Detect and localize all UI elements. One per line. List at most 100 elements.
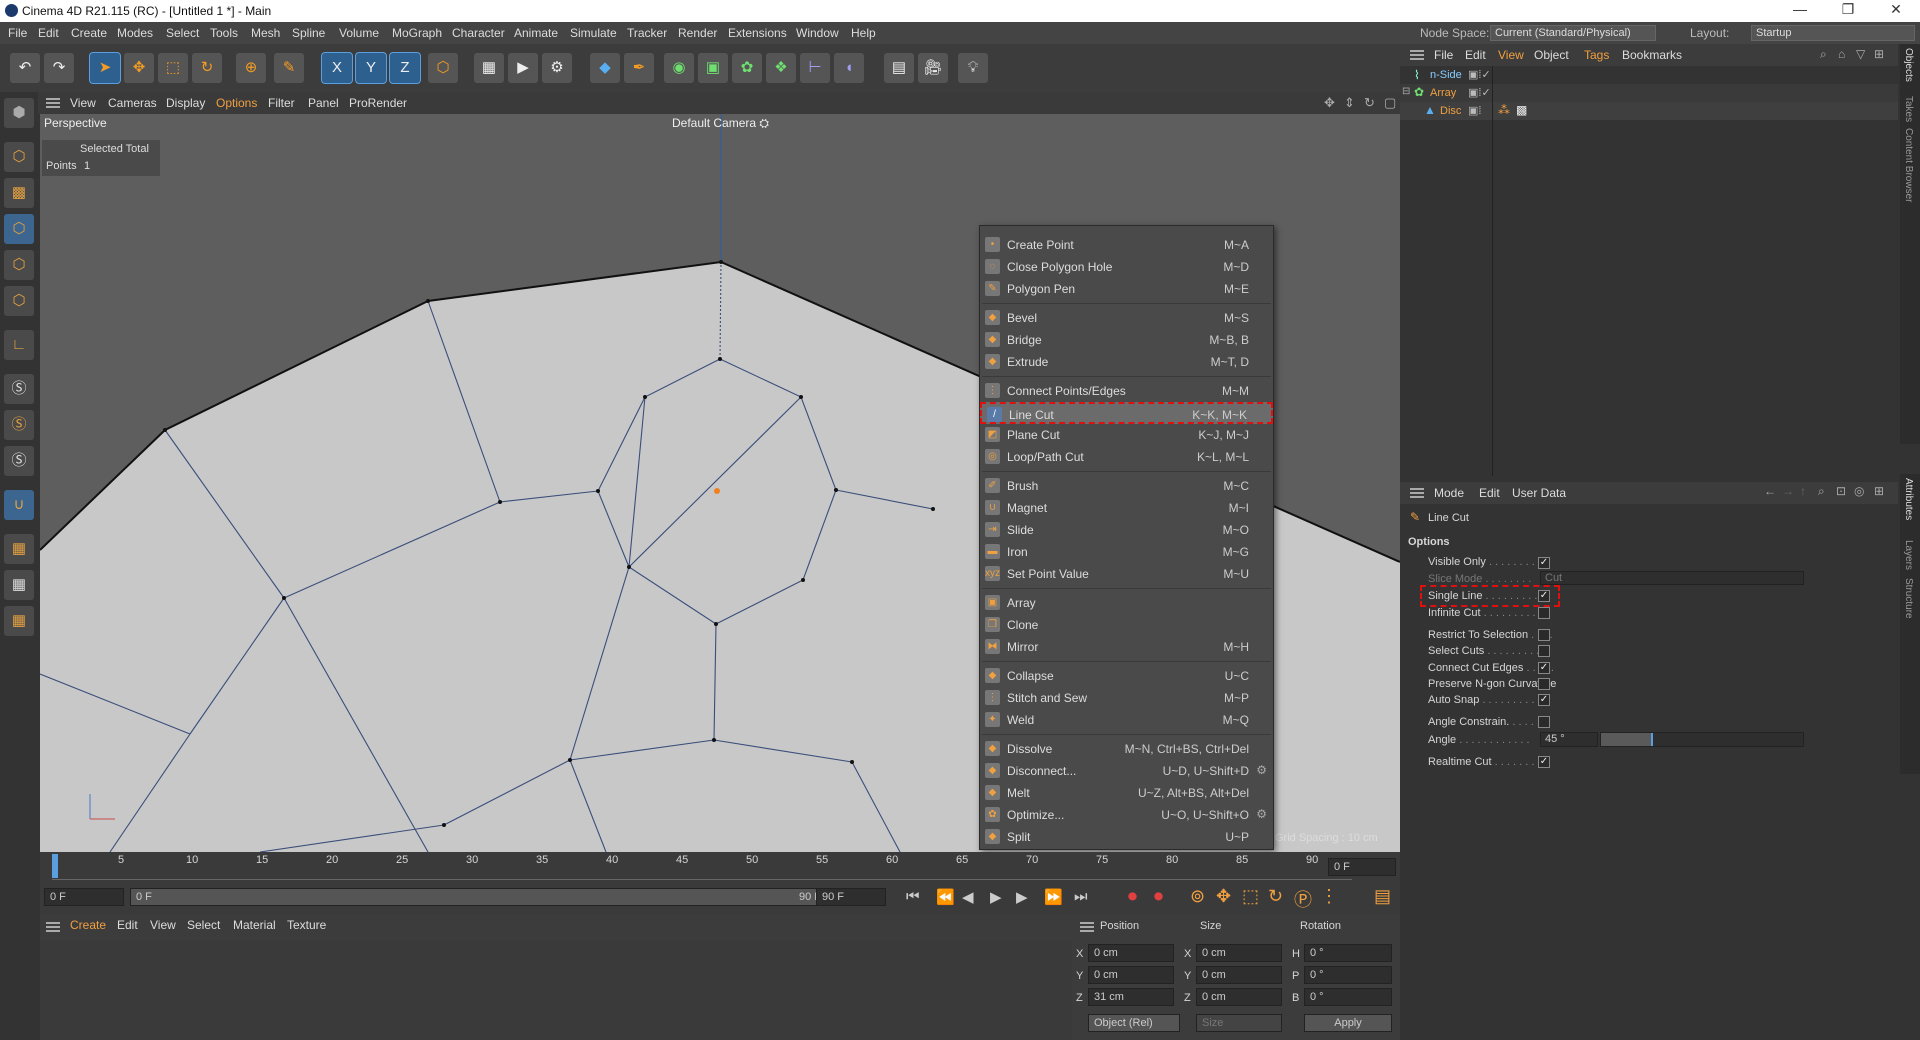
object-row-n-side[interactable]: ⌇ n-Side ▣⁞✓ bbox=[1400, 66, 1898, 84]
menu-item-collapse[interactable]: ◆ Collapse U~C bbox=[980, 665, 1273, 687]
viewport-menu-cameras[interactable]: Cameras bbox=[108, 96, 157, 110]
menu-select[interactable]: Select bbox=[166, 26, 199, 40]
menu-item-iron[interactable]: ▬ Iron M~G bbox=[980, 541, 1273, 563]
up-arrow-icon[interactable]: ↑ bbox=[1800, 484, 1806, 498]
coord-mode-select[interactable]: Object (Rel) bbox=[1088, 1014, 1180, 1032]
size-z-field[interactable]: 0 cm bbox=[1196, 988, 1282, 1006]
preserve-ngon-curvature-checkbox[interactable] bbox=[1538, 678, 1550, 690]
phong-tag-icon[interactable]: ⁂ bbox=[1498, 103, 1510, 117]
menu-spline[interactable]: Spline bbox=[292, 26, 325, 40]
rotation-h-field[interactable]: 0 ° bbox=[1304, 944, 1392, 962]
solo-icon[interactable]: Ⓢ bbox=[4, 374, 34, 404]
autokey-icon[interactable]: ⏺ bbox=[1154, 886, 1163, 907]
menu-item-brush[interactable]: ✐ Brush M~C bbox=[980, 475, 1273, 497]
playhead[interactable] bbox=[52, 854, 58, 878]
disconnect-options-gear-icon[interactable]: ⚙ bbox=[1256, 763, 1267, 777]
render-region-icon[interactable]: ▦ bbox=[474, 53, 504, 83]
redo-icon[interactable]: ↷ bbox=[44, 53, 74, 83]
render-view-icon[interactable]: ▶ bbox=[508, 53, 538, 83]
play-icon[interactable]: ▶ bbox=[990, 888, 1002, 906]
menu-tools[interactable]: Tools bbox=[210, 26, 238, 40]
size-y-field[interactable]: 0 cm bbox=[1196, 966, 1282, 984]
tab-takes[interactable]: Takes bbox=[1903, 96, 1914, 122]
position-x-field[interactable]: 0 cm bbox=[1088, 944, 1174, 962]
field-icon[interactable]: ◖ bbox=[834, 53, 864, 83]
workplane-icon[interactable]: ▦ bbox=[4, 534, 34, 564]
menu-item-polygon-pen[interactable]: ✎ Polygon Pen M~E bbox=[980, 278, 1273, 300]
size-mode-select[interactable]: Size bbox=[1196, 1014, 1282, 1032]
menu-edit[interactable]: Edit bbox=[38, 26, 59, 40]
solo-off-icon[interactable]: Ⓢ bbox=[4, 446, 34, 476]
menu-item-optimize[interactable]: ✿ Optimize... U~O, U~Shift+O ⚙ bbox=[980, 804, 1273, 826]
menu-item-dissolve[interactable]: ◆ Dissolve M~N, Ctrl+BS, Ctrl+Del bbox=[980, 738, 1273, 760]
rotate-tool-icon[interactable]: ↻ bbox=[192, 53, 222, 83]
viewport-menu-view[interactable]: View bbox=[70, 96, 96, 110]
menu-item-set-point-value[interactable]: xyz Set Point Value M~U bbox=[980, 563, 1273, 585]
deformer-icon[interactable]: ⊢ bbox=[800, 53, 830, 83]
menu-item-connect-points-edges[interactable]: ⋮ Connect Points/Edges M~M bbox=[980, 380, 1273, 402]
menu-character[interactable]: Character bbox=[452, 26, 505, 40]
points-mode-icon[interactable]: ⬡ bbox=[4, 214, 34, 244]
menu-item-stitch-and-sew[interactable]: ⋮ Stitch and Sew M~P bbox=[980, 687, 1273, 709]
menu-item-loop-path-cut[interactable]: ◎ Loop/Path Cut K~L, M~L bbox=[980, 446, 1273, 468]
target-icon[interactable]: ◎ bbox=[1854, 484, 1864, 498]
menu-item-close-polygon-hole[interactable]: ◌ Close Polygon Hole M~D bbox=[980, 256, 1273, 278]
menu-item-extrude[interactable]: ◆ Extrude M~T, D bbox=[980, 351, 1273, 373]
viewport-menu-display[interactable]: Display bbox=[166, 96, 205, 110]
scale-tool-icon[interactable]: ⬚ bbox=[158, 53, 188, 83]
position-y-field[interactable]: 0 cm bbox=[1088, 966, 1174, 984]
node-space-select[interactable]: Current (Standard/Physical) bbox=[1490, 25, 1656, 41]
x-axis-lock-button[interactable]: X bbox=[321, 52, 353, 84]
go-to-start-icon[interactable]: ⏮ bbox=[906, 888, 920, 905]
timeline-window-icon[interactable]: ▤ bbox=[1374, 886, 1391, 907]
position-z-field[interactable]: 31 cm bbox=[1088, 988, 1174, 1006]
expand-icon[interactable]: ⊟ bbox=[1402, 86, 1410, 97]
tab-structure[interactable]: Structure bbox=[1903, 578, 1914, 619]
slice-mode-select[interactable]: Cut bbox=[1540, 571, 1804, 585]
render-settings-icon[interactable]: ⚙ bbox=[542, 53, 572, 83]
visible-only-checkbox[interactable]: ✓ bbox=[1538, 557, 1550, 569]
objects-menu-bookmarks[interactable]: Bookmarks bbox=[1622, 48, 1682, 62]
material-menu-view[interactable]: View bbox=[150, 918, 176, 932]
menu-mograph[interactable]: MoGraph bbox=[392, 26, 442, 40]
menu-file[interactable]: File bbox=[8, 26, 27, 40]
fracture-icon[interactable]: ❖ bbox=[766, 53, 796, 83]
realtime-cut-checkbox[interactable]: ✓ bbox=[1538, 756, 1550, 768]
world-coordinates-icon[interactable]: ⬡ bbox=[428, 53, 458, 83]
menu-item-weld[interactable]: ✦ Weld M~Q bbox=[980, 709, 1273, 731]
objects-home-icon[interactable]: ⌂ bbox=[1838, 47, 1845, 61]
connect-cut-edges-checkbox[interactable]: ✓ bbox=[1538, 662, 1550, 674]
material-menu-edit[interactable]: Edit bbox=[117, 918, 138, 932]
attributes-menu-edit[interactable]: Edit bbox=[1479, 486, 1500, 500]
next-key-icon[interactable]: ⏩ bbox=[1044, 888, 1063, 906]
menu-simulate[interactable]: Simulate bbox=[570, 26, 617, 40]
material-menu-icon[interactable] bbox=[46, 922, 60, 932]
angle-field[interactable]: 45 ° bbox=[1540, 732, 1598, 747]
angle-slider[interactable] bbox=[1600, 732, 1804, 747]
objects-menu-file[interactable]: File bbox=[1434, 48, 1453, 62]
menu-window[interactable]: Window bbox=[796, 26, 839, 40]
menu-item-array[interactable]: ▣ Array bbox=[980, 592, 1273, 614]
line-cut-tool-icon[interactable]: ✎ bbox=[274, 53, 304, 83]
solo-hierarchy-icon[interactable]: Ⓢ bbox=[4, 410, 34, 440]
texture-tag-icon[interactable]: ▩ bbox=[1516, 103, 1527, 117]
current-frame-field[interactable]: 0 F bbox=[1328, 858, 1396, 876]
light-icon[interactable]: 💡︎ bbox=[958, 53, 988, 83]
polygons-mode-icon[interactable]: ⬡ bbox=[4, 286, 34, 316]
tab-layers[interactable]: Layers bbox=[1903, 540, 1914, 570]
close-icon[interactable]: ✕ bbox=[1876, 1, 1916, 18]
restore-icon[interactable]: ❐ bbox=[1828, 1, 1868, 18]
next-frame-icon[interactable]: ▶ bbox=[1016, 888, 1028, 906]
go-to-end-icon[interactable]: ⏭ bbox=[1074, 888, 1088, 905]
previous-frame-icon[interactable]: ◀ bbox=[962, 888, 974, 906]
infinite-cut-checkbox[interactable] bbox=[1538, 607, 1550, 619]
visibility-dots-icon[interactable]: ▣⁞ bbox=[1468, 104, 1481, 117]
pen-spline-icon[interactable]: ✒ bbox=[624, 53, 654, 83]
attributes-menu-mode[interactable]: Mode bbox=[1434, 486, 1464, 500]
viewport-dolly-icon[interactable]: ⇕ bbox=[1344, 95, 1355, 111]
menu-item-clone[interactable]: ❐ Clone bbox=[980, 614, 1273, 636]
apply-button[interactable]: Apply bbox=[1304, 1014, 1392, 1032]
angle-slider-handle[interactable] bbox=[1651, 733, 1653, 746]
lock-icon[interactable]: ⊡ bbox=[1836, 484, 1846, 498]
object-name[interactable]: Disc bbox=[1440, 105, 1461, 117]
